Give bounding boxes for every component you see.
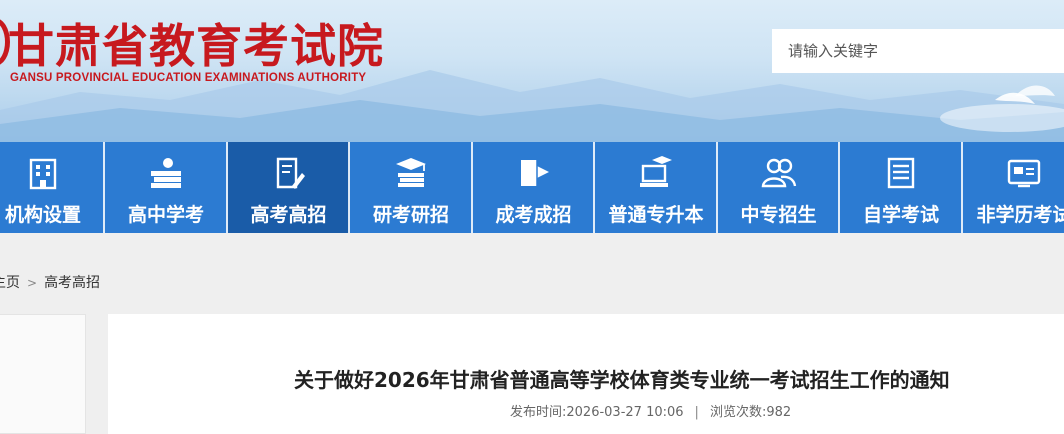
certificate-card-icon [1007, 159, 1041, 188]
breadcrumb-current-link[interactable]: 高考高招 [44, 275, 100, 291]
breadcrumb: 主页 > 高考高招 [0, 272, 100, 292]
books-apple-icon [151, 158, 181, 188]
book-flag-icon [520, 160, 549, 186]
search-input[interactable] [772, 29, 1064, 73]
building-icon [29, 158, 57, 190]
view-count-value: 982 [766, 405, 792, 420]
document-lines-icon [887, 157, 915, 189]
nav-label: 非学历考试 [976, 204, 1064, 226]
graduation-cap-books-icon [396, 158, 426, 187]
laptop-grad-cap-icon [640, 156, 672, 187]
people-icon [761, 158, 796, 188]
left-sidebar [0, 314, 86, 434]
view-count-label: 浏览次数: [709, 405, 767, 420]
site-title-english: GANSU PROVINCIAL EDUCATION EXAMINATIONS … [10, 72, 367, 84]
article-panel: 关于做好2026年甘肃省普通高等学校体育类专业统一考试招生工作的通知 发布时间:… [108, 314, 1064, 434]
search-box [772, 29, 1064, 73]
site-title: 甘肃省教育考试院 [8, 19, 384, 73]
publish-time-label: 发布时间: [510, 405, 567, 420]
publish-time-value: 2026-03-27 10:06 [566, 405, 684, 420]
article-title: 关于做好2026年甘肃省普通高等学校体育类专业统一考试招生工作的通知 [294, 368, 950, 392]
nav-item-feixueli[interactable]: 非学历考试 [963, 142, 1064, 233]
meta-divider: | [694, 405, 699, 420]
site-header: 甘肃省教育考试院 GANSU PROVINCIAL EDUCATION EXAM… [0, 0, 1064, 142]
breadcrumb-home-link[interactable]: 主页 [0, 275, 20, 291]
main-nav: 机构设置 高中学考 高考高招 研考研招 成考成招 普通专升本 中专招生 自学考试… [0, 142, 1064, 233]
article-meta: 发布时间:2026-03-27 10:06 | 浏览次数:982 [510, 401, 791, 420]
exam-paper-pen-icon [276, 157, 305, 189]
breadcrumb-separator: > [27, 276, 38, 290]
